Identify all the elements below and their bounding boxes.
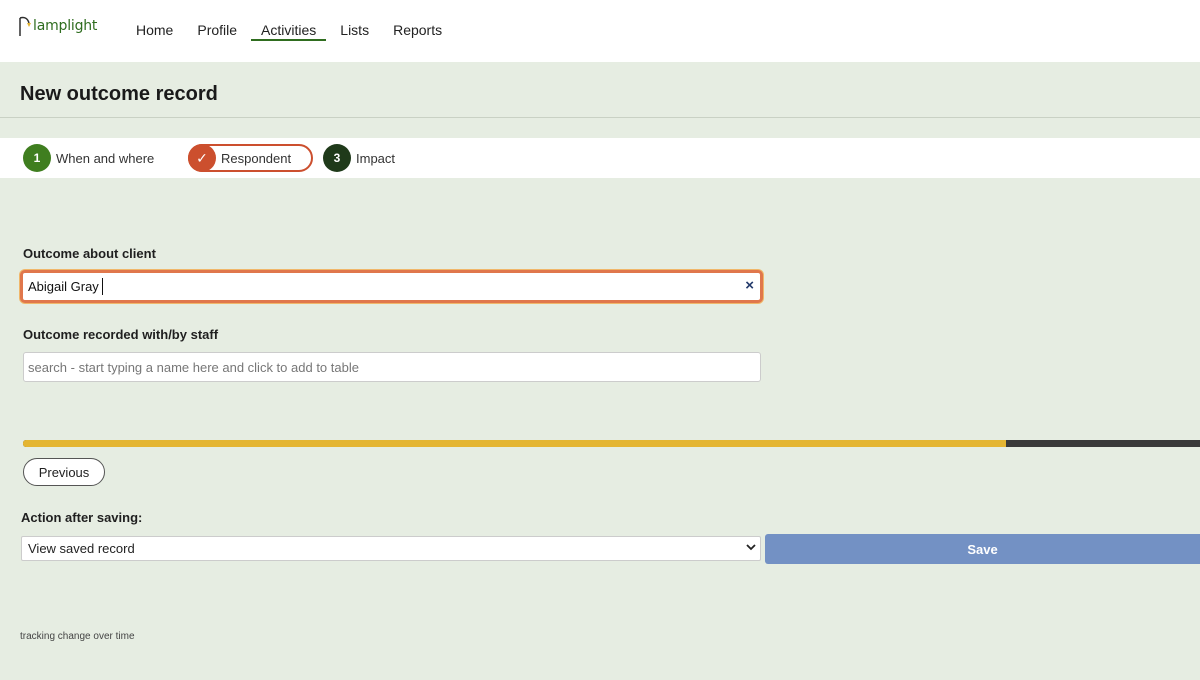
- client-field[interactable]: Abigail Gray ×: [20, 270, 763, 303]
- clear-icon[interactable]: ×: [745, 277, 754, 294]
- top-navigation-bar: lamplight Home Profile Activities Lists …: [0, 0, 1200, 62]
- step-label: Impact: [356, 150, 396, 166]
- brand-name: lamplight: [33, 18, 98, 34]
- selected-option: View saved record: [28, 541, 135, 556]
- text-cursor: [102, 278, 103, 295]
- main-nav: Home Profile Activities Lists Reports: [136, 0, 466, 42]
- wizard-steps: 1 When and where ✓ Respondent 3 Impact: [0, 138, 1200, 178]
- step-impact[interactable]: 3 Impact: [323, 143, 395, 173]
- progress-bar-fill: [23, 440, 1006, 447]
- title-divider: [0, 117, 1200, 118]
- action-after-saving-select[interactable]: View saved record: [21, 536, 761, 561]
- page-title: New outcome record: [20, 83, 218, 105]
- client-field-label: Outcome about client: [23, 246, 156, 261]
- nav-item-lists[interactable]: Lists: [340, 0, 369, 42]
- step-number-badge: 1: [23, 144, 51, 172]
- step-number-badge: 3: [323, 144, 351, 172]
- nav-item-activities[interactable]: Activities: [251, 0, 327, 42]
- lamplight-logo[interactable]: lamplight: [18, 14, 97, 38]
- client-value: Abigail Gray: [28, 279, 99, 294]
- nav-item-profile[interactable]: Profile: [197, 0, 237, 42]
- progress-bar: [23, 440, 1200, 447]
- staff-field-label: Outcome recorded with/by staff: [23, 327, 219, 342]
- nav-item-home[interactable]: Home: [136, 0, 173, 42]
- chevron-down-icon: [746, 544, 756, 551]
- step-when-and-where[interactable]: 1 When and where: [23, 143, 154, 173]
- step-label: When and where: [56, 150, 155, 166]
- checkmark-icon: ✓: [188, 144, 216, 172]
- step-label: Respondent: [221, 150, 292, 166]
- nav-item-reports[interactable]: Reports: [393, 0, 442, 42]
- lamp-icon: [19, 16, 31, 36]
- footer-note: tracking change over time: [20, 631, 135, 642]
- step-respondent[interactable]: ✓ Respondent: [188, 144, 313, 172]
- action-after-saving-label: Action after saving:: [21, 510, 143, 525]
- staff-search-input[interactable]: [23, 352, 761, 382]
- previous-button[interactable]: Previous: [23, 458, 105, 486]
- save-button[interactable]: Save: [765, 534, 1200, 564]
